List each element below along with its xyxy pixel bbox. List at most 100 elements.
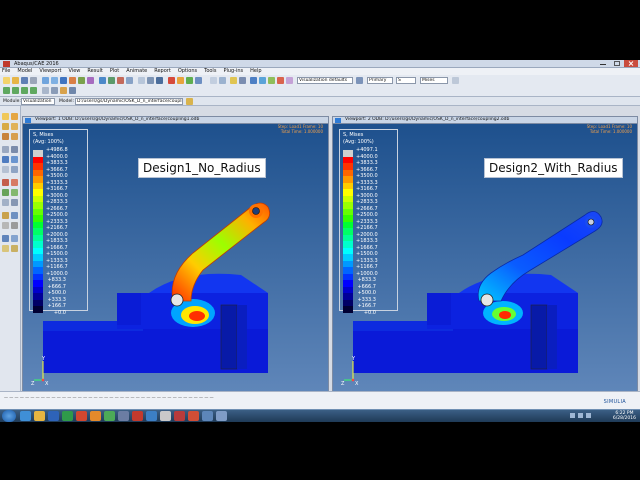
pan-icon[interactable] xyxy=(51,77,58,84)
outlook-icon[interactable] xyxy=(146,411,157,421)
start-button[interactable] xyxy=(2,410,16,422)
field-options-icon[interactable] xyxy=(452,77,459,84)
app-icon[interactable] xyxy=(202,411,213,421)
display-group-icon[interactable] xyxy=(250,77,257,84)
previous-frame-icon[interactable] xyxy=(12,87,19,94)
plot-undeformed-icon[interactable] xyxy=(2,123,9,130)
plot-contours-icon[interactable] xyxy=(2,133,9,140)
excel-icon[interactable] xyxy=(62,411,73,421)
taskbar-clock[interactable]: 6:22 PM 6/28/2016 xyxy=(613,411,636,421)
overlay-plot-icon[interactable] xyxy=(11,146,18,153)
query-information-icon[interactable] xyxy=(2,235,9,242)
menu-animate[interactable]: Animate xyxy=(126,68,147,75)
module-select[interactable]: Visualization xyxy=(21,98,55,105)
shaded-icon[interactable] xyxy=(156,77,163,84)
xy-plot-icon[interactable] xyxy=(11,156,18,163)
hidden-line-icon[interactable] xyxy=(147,77,154,84)
menu-plot[interactable]: Plot xyxy=(110,68,119,75)
open-model-icon[interactable] xyxy=(186,98,193,105)
wireframe-icon[interactable] xyxy=(138,77,145,84)
animate-icon[interactable] xyxy=(230,77,237,84)
tile-viewports-icon[interactable] xyxy=(60,87,67,94)
firefox-icon[interactable] xyxy=(90,411,101,421)
next-frame-icon[interactable] xyxy=(21,87,28,94)
viewport-layout-icon[interactable] xyxy=(51,87,58,94)
explorer-icon[interactable] xyxy=(34,411,45,421)
xy-data-icon[interactable] xyxy=(2,156,9,163)
new-icon[interactable] xyxy=(3,77,10,84)
time-history-icon[interactable] xyxy=(239,77,246,84)
menu-file[interactable]: File xyxy=(2,68,10,75)
intersect-icon[interactable] xyxy=(286,77,293,84)
menu-report[interactable]: Report xyxy=(154,68,171,75)
animate-scale-factor-icon[interactable] xyxy=(2,189,9,196)
field-output-icon[interactable] xyxy=(11,212,18,219)
menu-view[interactable]: View xyxy=(69,68,81,75)
filezilla-icon[interactable] xyxy=(132,411,143,421)
symbol-plot-icon[interactable] xyxy=(186,77,193,84)
save-animation-icon[interactable] xyxy=(11,199,18,206)
rotate-icon[interactable] xyxy=(42,77,49,84)
view-manipulation-icon[interactable] xyxy=(11,235,18,242)
menu-tools[interactable]: Tools xyxy=(204,68,216,75)
annotation-icon[interactable] xyxy=(2,245,9,252)
iso-view-icon[interactable] xyxy=(99,77,106,84)
replace-icon[interactable] xyxy=(259,77,266,84)
remove-icon[interactable] xyxy=(277,77,284,84)
app-icon[interactable] xyxy=(216,411,227,421)
cascade-viewports-icon[interactable] xyxy=(69,87,76,94)
field-output-select[interactable]: S xyxy=(396,77,416,84)
color-code-icon[interactable] xyxy=(356,77,363,84)
volume-icon[interactable] xyxy=(586,413,591,418)
deformed-icon[interactable] xyxy=(177,77,184,84)
allow-multiple-plots-icon[interactable] xyxy=(2,146,9,153)
viewport-1[interactable]: Viewport: 1 ODB: D:/users/gs/Dynamic/OSK… xyxy=(22,116,329,392)
contour-options-icon[interactable] xyxy=(11,113,18,120)
model-select[interactable]: D:/users/gs/Dynamic/OSK_D_n_interface/co… xyxy=(75,98,183,105)
menu-result[interactable]: Result xyxy=(87,68,102,75)
ie-icon[interactable] xyxy=(20,411,31,421)
notepad-icon[interactable] xyxy=(160,411,171,421)
chrome-icon[interactable] xyxy=(104,411,115,421)
plot-deformed-icon[interactable] xyxy=(11,123,18,130)
app-icon[interactable] xyxy=(118,411,129,421)
common-plot-options-icon[interactable] xyxy=(2,113,9,120)
top-view-icon[interactable] xyxy=(117,77,124,84)
tray-icon[interactable] xyxy=(570,413,575,418)
add-icon[interactable] xyxy=(268,77,275,84)
free-body-icon[interactable] xyxy=(11,166,18,173)
auto-fit-icon[interactable] xyxy=(78,77,85,84)
view-cut-manager-icon[interactable] xyxy=(11,179,18,186)
create-display-group-icon[interactable] xyxy=(2,222,9,229)
query-icon[interactable] xyxy=(210,77,217,84)
plot-symbols-icon[interactable] xyxy=(11,133,18,140)
viewport-2[interactable]: Viewport: 2 ODB: D:/users/gs/Dynamic/OSK… xyxy=(332,116,638,392)
zoom-icon[interactable] xyxy=(60,77,67,84)
open-icon[interactable] xyxy=(12,77,19,84)
invariant-select[interactable]: Mises xyxy=(420,77,448,84)
path-icon[interactable] xyxy=(2,166,9,173)
menu-plugins[interactable]: Plug-ins xyxy=(223,68,243,75)
render-style-select[interactable]: Visualization defaults xyxy=(297,77,353,84)
contour-icon[interactable] xyxy=(168,77,175,84)
side-view-icon[interactable] xyxy=(126,77,133,84)
menu-help[interactable]: Help xyxy=(250,68,261,75)
arrow-annotation-icon[interactable] xyxy=(11,245,18,252)
save-icon[interactable] xyxy=(21,77,28,84)
box-zoom-icon[interactable] xyxy=(69,77,76,84)
cycle-views-icon[interactable] xyxy=(87,77,94,84)
menu-options[interactable]: Options xyxy=(178,68,197,75)
material-orientation-icon[interactable] xyxy=(195,77,202,84)
menu-model[interactable]: Model xyxy=(17,68,32,75)
print-icon[interactable] xyxy=(30,77,37,84)
powerpoint-icon[interactable] xyxy=(76,411,87,421)
acrobat-icon[interactable] xyxy=(174,411,185,421)
primary-variable-select[interactable]: Primary xyxy=(367,77,393,84)
maximize-button[interactable] xyxy=(610,60,624,67)
last-frame-icon[interactable] xyxy=(30,87,37,94)
first-frame-icon[interactable] xyxy=(3,87,10,94)
animate-time-history-icon[interactable] xyxy=(11,189,18,196)
animation-options-icon[interactable] xyxy=(2,199,9,206)
menu-viewport[interactable]: Viewport xyxy=(39,68,61,75)
display-group-manager-icon[interactable] xyxy=(11,222,18,229)
